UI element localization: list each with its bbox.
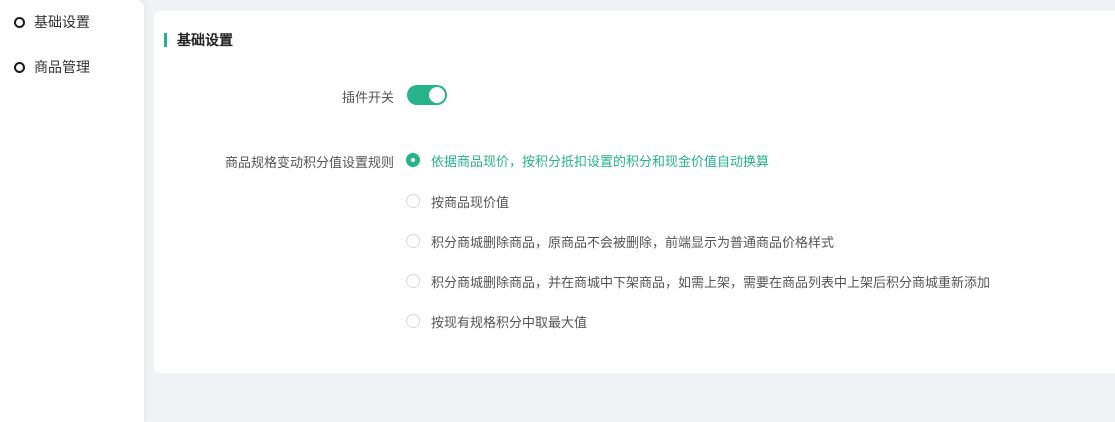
toggle-knob <box>429 87 445 103</box>
sidebar: 基础设置 商品管理 <box>0 0 144 422</box>
settings-card: 基础设置 插件开关 商品规格变动积分值设置规则 依据商品现价，按积分抵扣设置的积… <box>154 11 1115 373</box>
sidebar-item-product-management[interactable]: 商品管理 <box>14 57 90 77</box>
rule-label: 商品规格变动积分值设置规则 <box>224 156 394 171</box>
sidebar-item-label: 商品管理 <box>34 60 90 76</box>
sidebar-item-basic-settings[interactable]: 基础设置 <box>14 12 90 32</box>
radio-label: 积分商城删除商品，原商品不会被删除，前端显示为普通商品价格样式 <box>431 235 835 251</box>
radio-label: 按现有规格积分中取最大值 <box>431 315 588 331</box>
rule-option-delete-and-delist[interactable]: 积分商城删除商品，并在商城中下架商品，如需上架，需要在商品列表中上架后积分商城重… <box>406 272 991 291</box>
sidebar-item-label: 基础设置 <box>34 15 90 31</box>
radio-unchecked-icon <box>406 274 420 288</box>
circle-icon <box>14 61 25 73</box>
radio-label: 依据商品现价，按积分抵扣设置的积分和现金价值自动换算 <box>431 154 770 170</box>
app-root: 基础设置 商品管理 基础设置 插件开关 商品规格变动积分值设置规则 依据商品现价… <box>0 0 1115 422</box>
radio-unchecked-icon <box>406 314 420 328</box>
rule-option-max-points[interactable]: 按现有规格积分中取最大值 <box>406 312 588 331</box>
card-title-text: 基础设置 <box>177 33 233 49</box>
title-accent-bar <box>164 33 167 47</box>
radio-label: 积分商城删除商品，并在商城中下架商品，如需上架，需要在商品列表中上架后积分商城重… <box>431 275 991 291</box>
radio-unchecked-icon <box>406 194 420 208</box>
radio-unchecked-icon <box>406 234 420 248</box>
plugin-switch-toggle[interactable] <box>407 85 447 105</box>
card-title: 基础设置 <box>164 32 233 49</box>
radio-checked-icon <box>406 153 420 167</box>
rule-option-auto-convert[interactable]: 依据商品现价，按积分抵扣设置的积分和现金价值自动换算 <box>406 151 770 170</box>
circle-icon <box>14 16 25 28</box>
rule-option-delete-keep-original[interactable]: 积分商城删除商品，原商品不会被删除，前端显示为普通商品价格样式 <box>406 232 835 251</box>
rule-option-current-price[interactable]: 按商品现价值 <box>406 192 510 211</box>
plugin-switch-label: 插件开关 <box>341 91 394 106</box>
radio-label: 按商品现价值 <box>431 195 510 211</box>
